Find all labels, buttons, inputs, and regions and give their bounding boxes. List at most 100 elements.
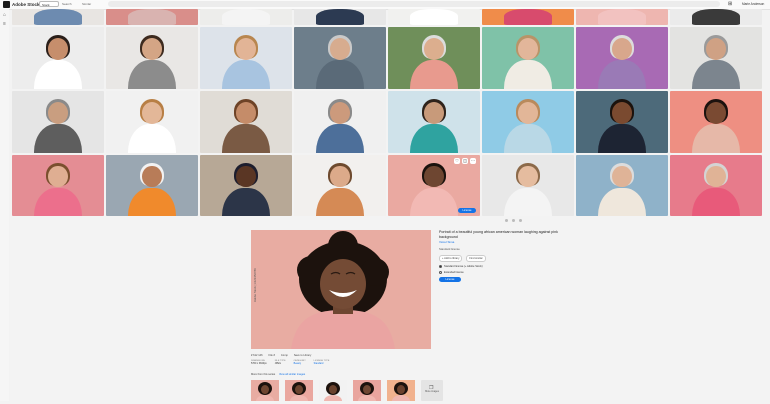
file-number-label: File # xyxy=(268,353,275,357)
result-thumbnail[interactable] xyxy=(670,27,762,89)
result-thumbnail[interactable] xyxy=(576,91,668,153)
result-thumbnail[interactable] xyxy=(200,91,292,153)
person-torso xyxy=(128,9,176,25)
radio-extended[interactable] xyxy=(439,271,442,274)
thumb-face xyxy=(329,385,337,394)
license-type-link[interactable]: Standard xyxy=(314,362,330,365)
person-torso xyxy=(316,187,364,216)
person-torso xyxy=(504,124,552,153)
more-icon[interactable]: ⋯ xyxy=(470,158,476,164)
collections-icon[interactable]: ≡ xyxy=(2,21,8,27)
result-thumbnail[interactable] xyxy=(670,155,762,216)
similar-icon[interactable]: ◫ xyxy=(462,158,468,164)
series-thumbnail[interactable] xyxy=(353,380,381,401)
save-to-library-button[interactable]: Save to Library xyxy=(294,354,311,357)
view-similar-link[interactable]: View all similar images xyxy=(279,373,305,376)
stack-icon: ❐ xyxy=(429,385,434,391)
result-thumbnail[interactable] xyxy=(388,91,480,153)
thumb-body xyxy=(324,395,342,401)
similar-tool-button[interactable]: Similar xyxy=(82,1,91,7)
license-button[interactable]: License xyxy=(439,277,461,282)
radio-standard[interactable] xyxy=(439,265,442,268)
adobe-stock-logo-icon[interactable] xyxy=(3,1,10,8)
author-link[interactable]: Viorel Sima xyxy=(439,240,559,244)
add-to-library-button[interactable]: + Add to library xyxy=(439,255,463,262)
result-thumbnail[interactable] xyxy=(388,27,480,89)
person-torso xyxy=(34,187,82,216)
result-thumbnail[interactable] xyxy=(670,9,762,25)
series-label: More from this series xyxy=(251,373,276,376)
result-thumbnail[interactable] xyxy=(294,27,386,89)
person-face xyxy=(518,38,538,60)
result-thumbnail[interactable] xyxy=(576,155,668,216)
person-torso xyxy=(410,124,458,153)
pagination xyxy=(505,219,522,222)
thumb-face xyxy=(261,385,269,394)
detail-info-panel: Portrait of a beautiful young african am… xyxy=(439,230,559,282)
series-thumbnail[interactable] xyxy=(319,380,347,401)
person-torso xyxy=(410,9,458,25)
person-face xyxy=(612,102,632,124)
person-torso xyxy=(410,60,458,89)
result-thumbnail[interactable] xyxy=(106,27,198,89)
thumbnail-license-button[interactable]: License xyxy=(458,208,476,213)
detail-preview-image[interactable]: Adobe Stock | #123456789 xyxy=(251,230,431,349)
person-face xyxy=(424,38,444,60)
pagination-dot[interactable] xyxy=(512,219,515,222)
series-thumbnail[interactable] xyxy=(251,380,279,401)
result-thumbnail[interactable]: ♡ ◫ ⋯ License xyxy=(388,155,480,216)
person-torso xyxy=(692,187,740,216)
comp-button[interactable]: Comp xyxy=(281,354,288,357)
more-images-button[interactable]: ❐ More images xyxy=(421,380,443,401)
person-face xyxy=(706,102,726,124)
result-thumbnail[interactable] xyxy=(294,155,386,216)
standard-license-option[interactable]: Standard license (+ Adobe Stock) xyxy=(439,265,559,268)
person-face xyxy=(236,102,256,124)
result-thumbnail[interactable] xyxy=(482,91,574,153)
person-torso xyxy=(504,60,552,89)
person-torso xyxy=(598,60,646,89)
result-thumbnail[interactable] xyxy=(294,91,386,153)
result-thumbnail[interactable] xyxy=(294,9,386,25)
person-torso xyxy=(222,9,270,25)
person-torso xyxy=(598,124,646,153)
result-thumbnail[interactable] xyxy=(670,91,762,153)
extended-license-option[interactable]: Extended license xyxy=(439,271,559,274)
pagination-dot[interactable] xyxy=(505,219,508,222)
category-link[interactable]: Beauty xyxy=(294,362,306,365)
radio-standard-label: Standard license (+ Adobe Stock) xyxy=(444,265,483,268)
pagination-dot[interactable] xyxy=(519,219,522,222)
result-thumbnail[interactable] xyxy=(106,91,198,153)
heart-icon[interactable]: ♡ xyxy=(454,158,460,164)
result-thumbnail[interactable] xyxy=(106,9,198,25)
meta-value: 5760 x 3840px xyxy=(251,362,267,365)
search-input[interactable] xyxy=(108,1,720,7)
result-thumbnail[interactable] xyxy=(482,9,574,25)
content-type-select[interactable]: Stock xyxy=(39,1,59,7)
results-grid: ♡ ◫ ⋯ License xyxy=(12,9,766,216)
logo-text[interactable]: Adobe Stock xyxy=(12,1,40,8)
result-thumbnail[interactable] xyxy=(200,9,292,25)
result-thumbnail[interactable] xyxy=(200,27,292,89)
result-thumbnail[interactable] xyxy=(482,27,574,89)
series-thumbnail[interactable] xyxy=(285,380,313,401)
series-thumbnail[interactable] xyxy=(387,380,415,401)
result-thumbnail[interactable] xyxy=(12,91,104,153)
person-torso xyxy=(128,60,176,89)
result-thumbnail[interactable] xyxy=(482,155,574,216)
person-torso xyxy=(222,60,270,89)
result-thumbnail[interactable] xyxy=(106,155,198,216)
cart-icon[interactable]: ⊞ xyxy=(728,1,734,7)
home-icon[interactable]: ⌂ xyxy=(2,12,8,18)
result-thumbnail[interactable] xyxy=(12,9,104,25)
result-thumbnail[interactable] xyxy=(12,155,104,216)
search-tool-button[interactable]: Search xyxy=(62,1,72,7)
result-thumbnail[interactable] xyxy=(576,27,668,89)
person-torso xyxy=(128,187,176,216)
user-menu[interactable]: Marie Anderson xyxy=(742,1,764,7)
result-thumbnail[interactable] xyxy=(200,155,292,216)
result-thumbnail[interactable] xyxy=(12,27,104,89)
result-thumbnail[interactable] xyxy=(576,9,668,25)
result-thumbnail[interactable] xyxy=(388,9,480,25)
find-similar-button[interactable]: Find similar xyxy=(466,255,486,262)
